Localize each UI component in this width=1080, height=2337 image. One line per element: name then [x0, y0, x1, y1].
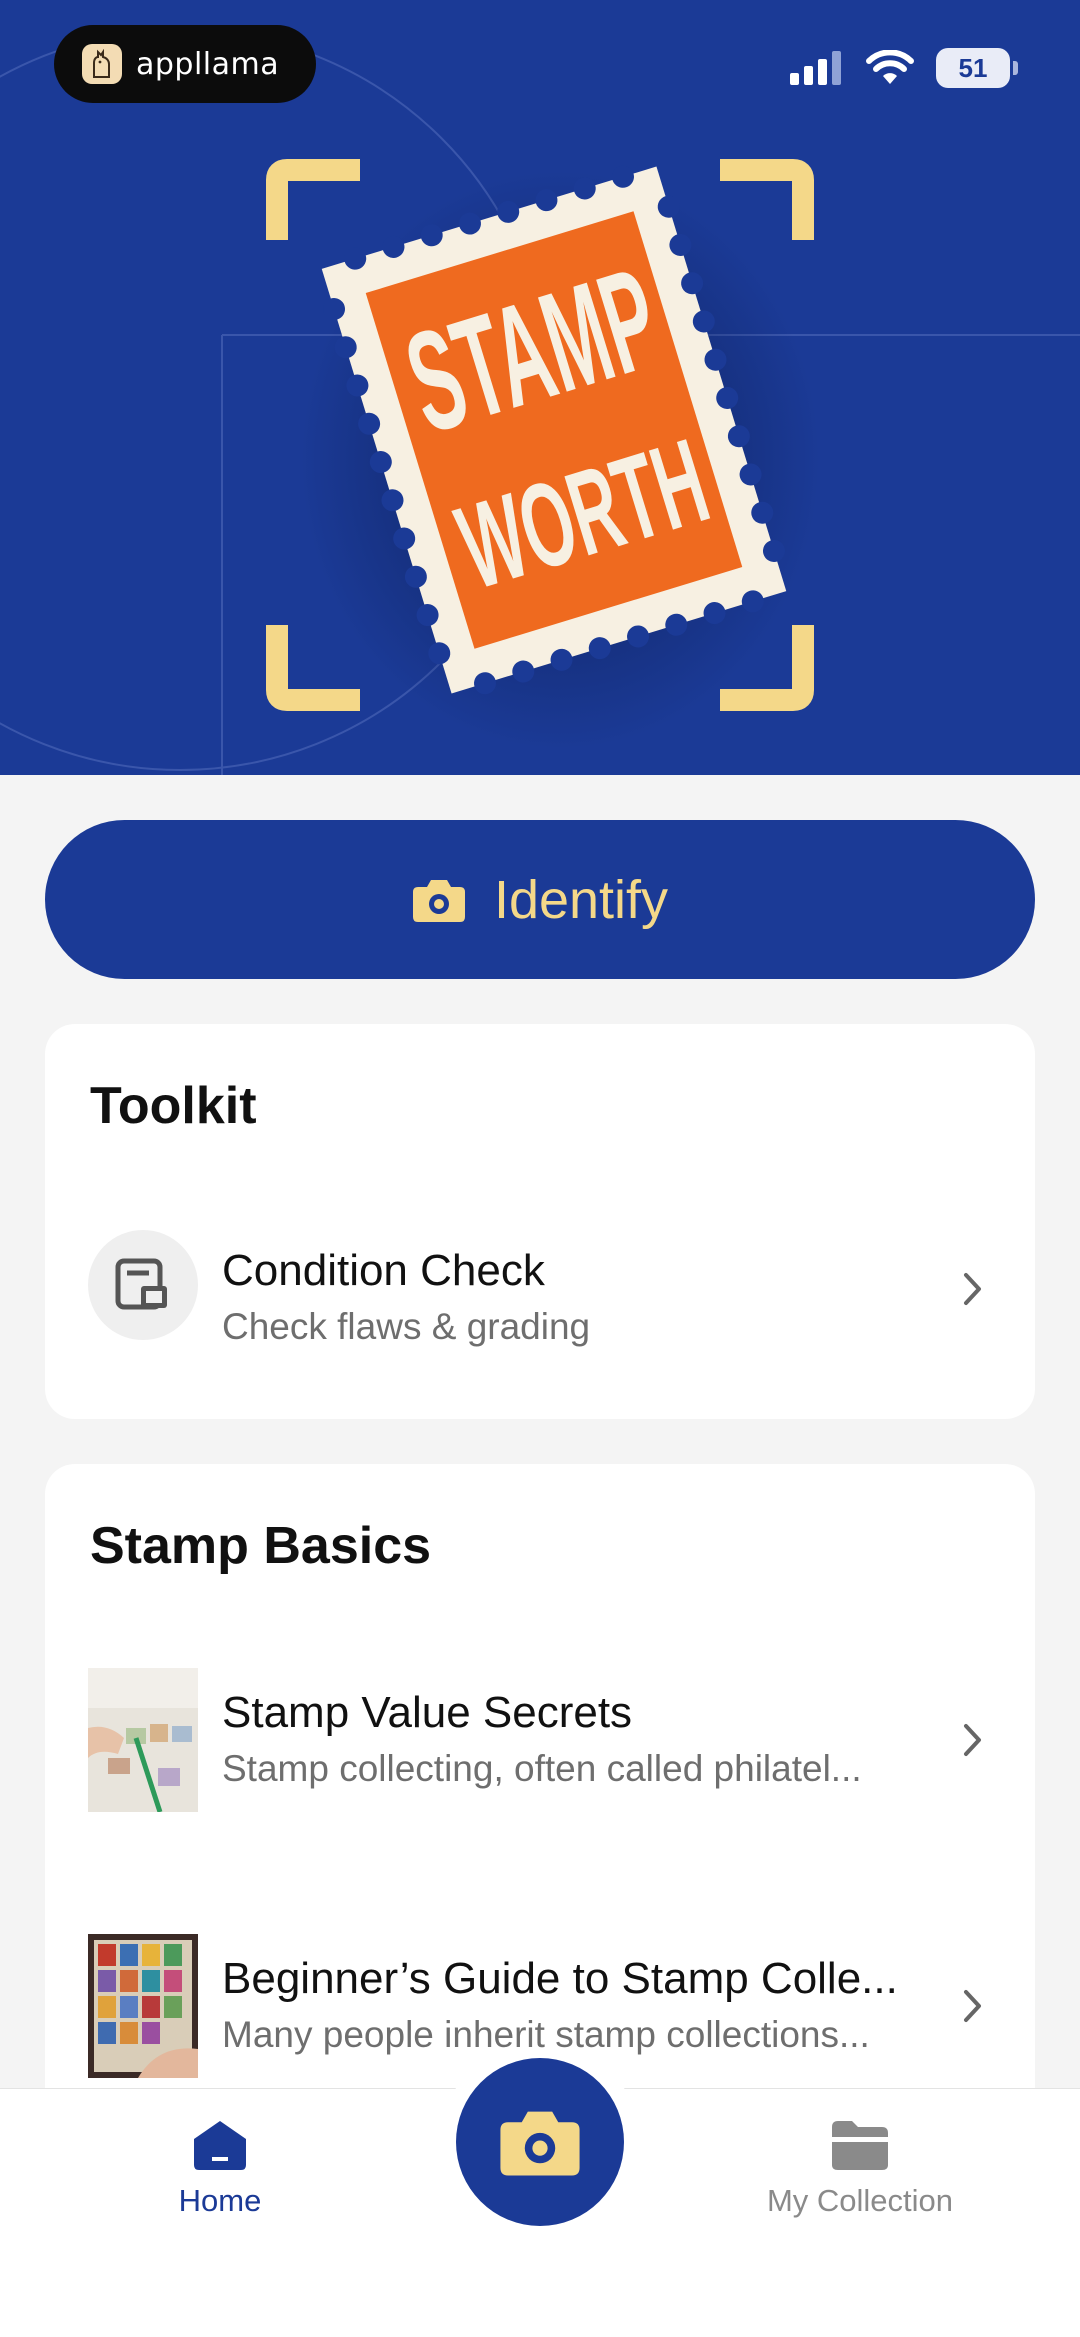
toolkit-item-subtitle: Check flaws & grading — [222, 1306, 591, 1347]
stamp-scanner-illustration: STAMP WORTH — [266, 159, 820, 750]
toolkit-card: Toolkit Condition Check Check flaws & gr… — [45, 1024, 1035, 1419]
hero-banner: appllama 51 STAMP WORTH — [0, 0, 1080, 775]
folder-icon — [832, 2121, 888, 2170]
chevron-right-icon — [964, 1990, 981, 2022]
nav-my-collection[interactable]: My Collection — [730, 2119, 990, 2219]
toolkit-title: Toolkit — [90, 1077, 257, 1135]
nav-my-collection-label: My Collection — [766, 2183, 954, 2218]
identify-label: Identify — [493, 869, 669, 930]
toolkit-item-title: Condition Check — [222, 1246, 545, 1295]
camera-icon — [412, 879, 465, 922]
camera-icon — [500, 2111, 580, 2176]
toolkit-item-condition-check[interactable]: Condition Check Check flaws & grading — [45, 1224, 1035, 1364]
article-thumbnail — [88, 1668, 198, 1812]
camera-fab-button[interactable] — [456, 2058, 624, 2226]
article-stamp-value-secrets[interactable]: Stamp Value Secrets Stamp collecting, of… — [45, 1668, 1035, 1818]
identify-button[interactable]: Identify — [45, 820, 1035, 979]
article-thumbnail — [88, 1934, 198, 2078]
article-title: Stamp Value Secrets — [222, 1688, 633, 1737]
article-subtitle: Stamp collecting, often called philatel.… — [222, 1748, 862, 1789]
chevron-right-icon — [964, 1724, 981, 1756]
document-icon — [88, 1230, 198, 1340]
home-icon — [194, 2121, 246, 2170]
article-title: Beginner’s Guide to Stamp Colle... — [222, 1954, 898, 2003]
nav-home-label: Home — [178, 2183, 262, 2218]
chevron-right-icon — [964, 1273, 981, 1305]
nav-home[interactable]: Home — [90, 2119, 350, 2219]
stamp-basics-title: Stamp Basics — [90, 1517, 432, 1575]
